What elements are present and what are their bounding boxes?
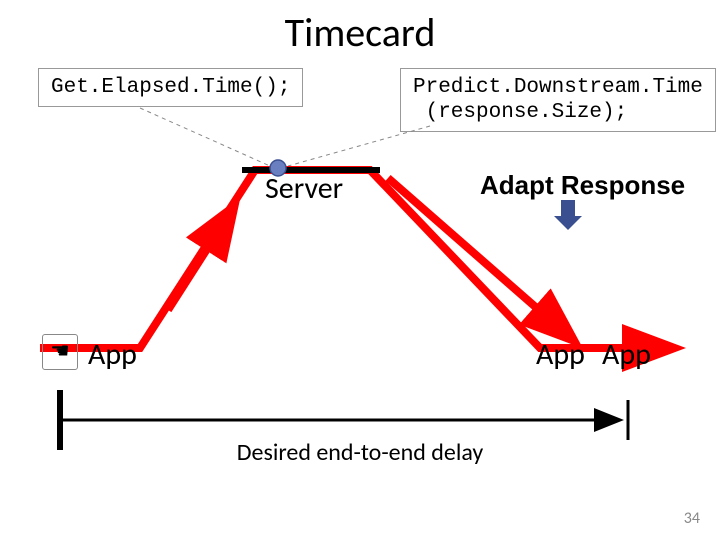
slide: Timecard Get.Elapsed.Time(); Predict.Dow…	[0, 0, 720, 540]
server-label: Server	[265, 170, 343, 207]
page-number: 34	[684, 509, 700, 528]
app-label-right-2: App	[602, 336, 651, 373]
desired-delay-label: Desired end-to-end delay	[0, 438, 720, 467]
hand-cursor-icon: ☚	[42, 334, 78, 370]
down-arrow-icon	[554, 200, 582, 230]
adapt-response-label: Adapt Response	[480, 170, 685, 201]
app-label-right-1: App	[536, 336, 585, 373]
app-label-left: App	[88, 336, 137, 373]
